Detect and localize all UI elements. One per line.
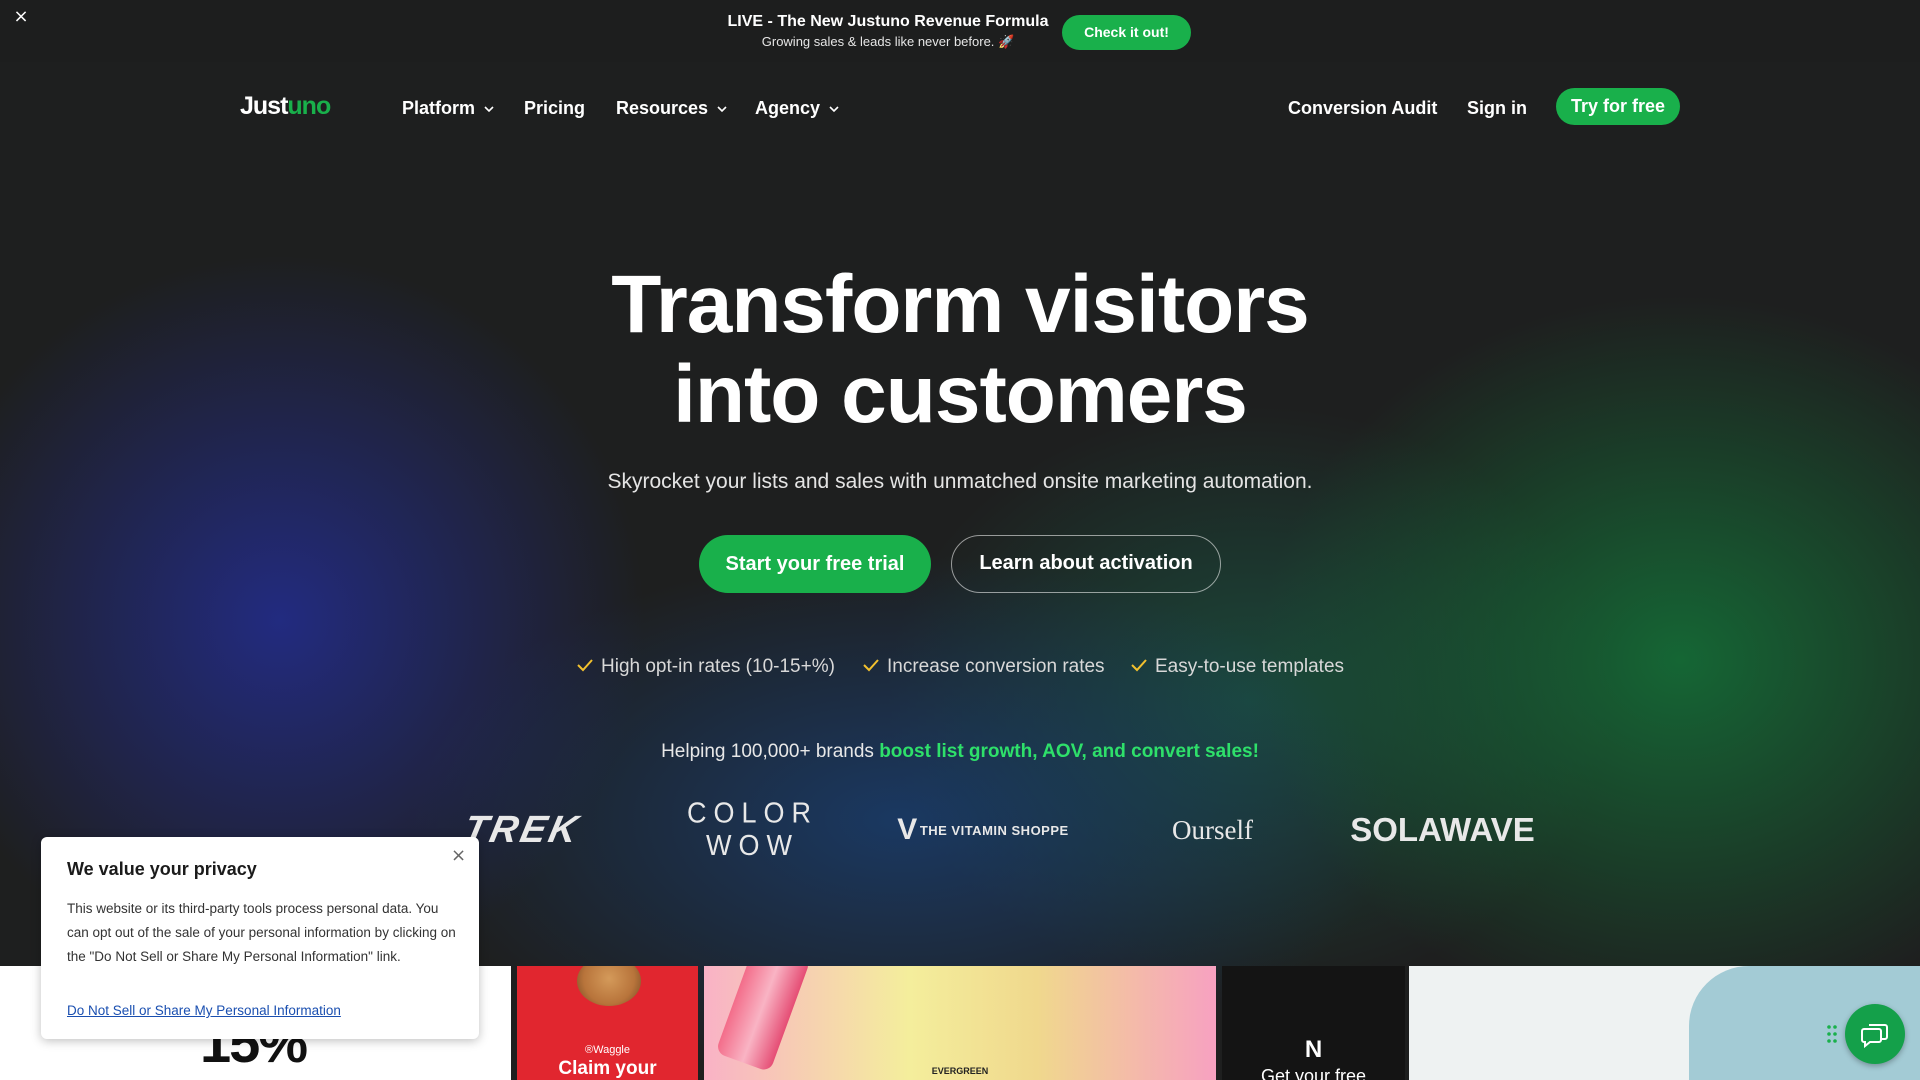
try-for-free-button[interactable]: Try for free — [1556, 88, 1680, 125]
feature-check-label: Easy-to-use templates — [1155, 656, 1345, 677]
feature-check-item: Increase conversion rates — [861, 655, 1105, 678]
feature-check-label: Increase conversion rates — [887, 656, 1105, 677]
checkmark-icon — [1131, 659, 1147, 672]
chat-button[interactable] — [1845, 1004, 1905, 1064]
vitamin-shoppe-logo: V THE VITAMIN SHOPPE — [885, 805, 1081, 855]
tile-brand-text: EVERGREEN — [931, 1066, 989, 1076]
start-free-trial-button[interactable]: Start your free trial — [699, 535, 931, 593]
privacy-close-icon[interactable]: × — [451, 845, 466, 866]
vitamin-shoppe-mark: V — [897, 813, 918, 846]
privacy-body: This website or its third-party tools pr… — [67, 901, 456, 964]
chevron-down-icon — [717, 106, 727, 113]
drag-handle-icon[interactable] — [1826, 1023, 1838, 1045]
ourself-logo: Ourself — [1172, 814, 1253, 845]
privacy-title: We value your privacy — [67, 859, 257, 879]
colorwow-logo: COLOR WOW — [686, 797, 819, 862]
hero-section: Transform visitors into customers Skyroc… — [0, 260, 1920, 862]
check-it-out-button[interactable]: Check it out! — [1062, 15, 1191, 50]
announcement-subtitle: Growing sales & leads like never before.… — [761, 34, 1015, 49]
do-not-sell-link[interactable]: Do Not Sell or Share My Personal Informa… — [67, 1003, 341, 1018]
conversion-audit-link[interactable]: Conversion Audit — [1288, 96, 1437, 120]
sign-in-link[interactable]: Sign in — [1467, 96, 1527, 120]
nav-item-label: Agency — [755, 98, 821, 118]
checkmark-icon — [577, 659, 593, 672]
tile-claim-text: Claim your — [558, 1058, 657, 1079]
learn-about-activation-button[interactable]: Learn about activation — [951, 535, 1221, 593]
social-proof-highlight: boost list growth, AOV, and convert sale… — [879, 741, 1259, 762]
chevron-down-icon — [829, 106, 839, 113]
tile-brand-text: ®Waggle — [585, 1044, 630, 1056]
announcement-text: LIVE - The New Justuno Revenue Formula G… — [700, 12, 1076, 50]
nav-item-agency[interactable]: Agency — [755, 96, 840, 120]
tile-logo-mark: N — [1304, 1036, 1323, 1063]
logo-part-uno: uno — [287, 92, 331, 120]
hero-title-line1: Transform visitors — [611, 259, 1309, 350]
solawave-logo: SOLAWAVE — [1350, 811, 1535, 848]
feature-check-item: Easy-to-use templates — [1129, 655, 1344, 678]
hero-title-line2: into customers — [673, 349, 1248, 440]
nav-item-pricing[interactable]: Pricing — [524, 96, 585, 120]
announcement-close-icon[interactable]: × — [12, 8, 30, 26]
example-tile[interactable]: N Get your free — [1222, 966, 1405, 1080]
social-proof-text: Helping 100,000+ brands boost list growt… — [0, 741, 1920, 763]
privacy-popup: × We value your privacy This website or … — [41, 837, 479, 1039]
vitamin-shoppe-wordmark: THE VITAMIN SHOPPE — [919, 822, 1069, 838]
nav-item-label: Resources — [616, 98, 709, 118]
can-image — [715, 966, 811, 1073]
nav-item-resources[interactable]: Resources — [616, 96, 728, 120]
hero-subtitle: Skyrocket your lists and sales with unma… — [607, 470, 1313, 493]
announcement-title: LIVE - The New Justuno Revenue Formula — [727, 13, 1049, 30]
tile-get-text: Get your free — [1260, 1066, 1367, 1080]
logo-part-just: Just — [240, 92, 288, 120]
nav-item-platform[interactable]: Platform — [402, 96, 495, 120]
chevron-down-icon — [484, 106, 494, 113]
justuno-logo[interactable]: Justuno — [240, 92, 331, 121]
social-proof-prefix: Helping 100,000+ brands — [661, 741, 880, 762]
feature-check-item: High opt-in rates (10-15+%) — [575, 655, 835, 678]
example-tile[interactable] — [1409, 966, 1920, 1080]
announcement-bar: × LIVE - The New Justuno Revenue Formula… — [0, 0, 1920, 62]
hero-buttons: Start your free trial Learn about activa… — [0, 535, 1920, 595]
feature-checks: High opt-in rates (10-15+%) Increase con… — [0, 655, 1920, 685]
checkmark-icon — [863, 659, 879, 672]
chat-bubble-icon — [1861, 1024, 1888, 1049]
example-tile[interactable]: ®Waggle Claim your — [517, 966, 698, 1080]
hero-title: Transform visitors into customers — [0, 260, 1920, 440]
cat-image — [577, 966, 641, 1006]
example-tile[interactable]: EVERGREEN — [704, 966, 1216, 1080]
nav-item-label: Platform — [402, 98, 476, 118]
nav-item-label: Pricing — [524, 98, 586, 118]
main-nav: Justuno Platform Pricing Resources Agenc… — [0, 80, 1920, 136]
feature-check-label: High opt-in rates (10-15+%) — [601, 656, 835, 677]
